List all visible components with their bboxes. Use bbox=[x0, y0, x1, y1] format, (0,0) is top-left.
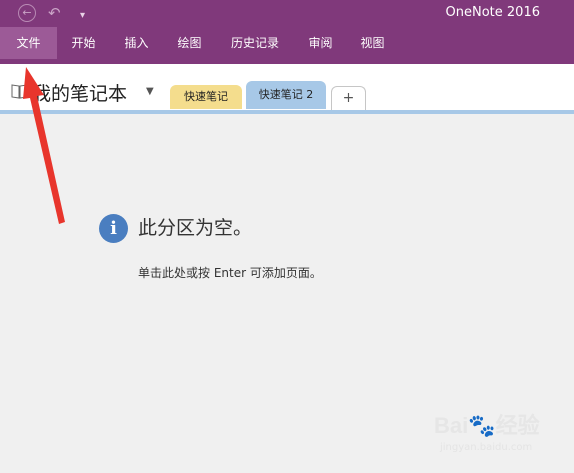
watermark-logo: Bai🐾经验 bbox=[434, 413, 540, 438]
red-arrow-annotation bbox=[23, 67, 65, 224]
watermark-url: jingyan.baidu.com bbox=[440, 442, 533, 453]
